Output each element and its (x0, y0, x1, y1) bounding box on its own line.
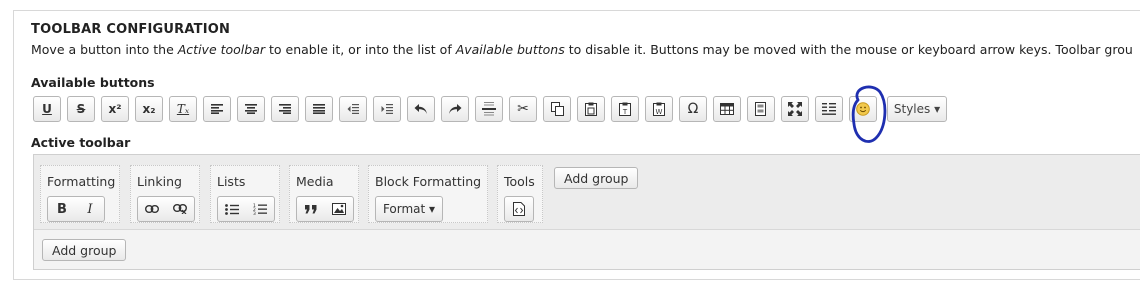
undo-icon (414, 104, 427, 114)
group-name: Lists (217, 174, 246, 189)
remove-format-icon: Tₓ (176, 102, 190, 116)
subscript-icon: x₂ (142, 102, 156, 116)
undo-button[interactable] (407, 96, 435, 122)
smiley-button[interactable] (849, 96, 877, 122)
source-code-button[interactable] (505, 197, 533, 221)
outdent-icon (347, 104, 359, 114)
bulleted-list-icon (225, 203, 239, 215)
image-icon (332, 203, 346, 215)
redo-button[interactable] (441, 96, 469, 122)
paste-text-button[interactable]: T (611, 96, 639, 122)
table-icon (720, 103, 734, 115)
group-linking[interactable]: Linking (130, 165, 200, 223)
indent-icon (381, 104, 393, 114)
unlink-icon (173, 204, 187, 214)
blockquote-icon (305, 205, 317, 214)
table-button[interactable] (713, 96, 741, 122)
svg-text:T: T (622, 108, 628, 116)
group-name: Linking (137, 174, 182, 189)
remove-format-button[interactable]: Tₓ (169, 96, 197, 122)
paste-button[interactable] (577, 96, 605, 122)
source-icon (822, 103, 836, 115)
image-button[interactable] (325, 197, 353, 221)
group-buttons (296, 196, 354, 222)
format-dropdown-button[interactable]: Format ▾ (376, 197, 442, 221)
add-group-button-row1[interactable]: Add group (554, 167, 639, 189)
group-name: Formatting (47, 174, 116, 189)
paste-word-icon: W (653, 102, 665, 116)
group-buttons (504, 196, 534, 222)
numbered-list-button[interactable]: 123 (246, 197, 274, 221)
superscript-button[interactable]: x² (101, 96, 129, 122)
horizontal-rule-button[interactable] (475, 96, 503, 122)
group-buttons (137, 196, 195, 222)
group-formatting[interactable]: Formatting B I (40, 165, 120, 223)
align-left-icon (211, 104, 223, 114)
group-name: Tools (504, 174, 535, 189)
source-code-icon (513, 202, 525, 216)
add-group-button-row2[interactable]: Add group (42, 239, 127, 261)
group-name: Block Formatting (375, 174, 482, 189)
copy-button[interactable] (543, 96, 571, 122)
styles-dropdown-button[interactable]: Styles ▾ (887, 96, 947, 122)
show-blocks-icon (755, 102, 766, 116)
blockquote-button[interactable] (297, 197, 325, 221)
horizontal-rule-icon (482, 102, 496, 116)
copy-icon (550, 102, 564, 116)
paste-text-icon: T (619, 102, 631, 116)
active-toolbar-area: Formatting B I Linking Lists 123 Media B… (33, 154, 1140, 270)
align-center-icon (245, 104, 257, 114)
underline-button[interactable]: U (33, 96, 61, 122)
group-block-formatting[interactable]: Block Formatting Format ▾ (368, 165, 488, 223)
group-tools[interactable]: Tools (497, 165, 543, 223)
section-description: Move a button into the Active toolbar to… (31, 42, 1133, 57)
redo-icon (449, 104, 462, 114)
special-char-icon: Ω (687, 101, 699, 117)
paste-icon (585, 102, 597, 116)
special-char-button[interactable]: Ω (679, 96, 707, 122)
active-toolbar-label: Active toolbar (31, 135, 131, 150)
available-buttons-label: Available buttons (31, 75, 155, 90)
smiley-icon (856, 102, 870, 116)
available-buttons-row: U S x² x₂ Tₓ ✂ T W Ω Styles ▾ (33, 96, 953, 124)
group-buttons: Format ▾ (375, 196, 443, 222)
link-icon (145, 205, 159, 213)
justify-icon (313, 104, 325, 114)
group-lists[interactable]: Lists 123 (210, 165, 280, 223)
subscript-button[interactable]: x₂ (135, 96, 163, 122)
maximize-icon (788, 102, 802, 116)
group-buttons: 123 (217, 196, 275, 222)
italic-button[interactable]: I (76, 197, 104, 221)
numbered-list-icon: 123 (253, 203, 267, 215)
underline-icon: U (42, 102, 52, 116)
unlink-button[interactable] (166, 197, 194, 221)
bold-button[interactable]: B (48, 197, 76, 221)
maximize-button[interactable] (781, 96, 809, 122)
group-buttons: B I (47, 196, 105, 222)
cut-button[interactable]: ✂ (509, 96, 537, 122)
strikethrough-icon: S (76, 102, 86, 116)
link-button[interactable] (138, 197, 166, 221)
bulleted-list-button[interactable] (218, 197, 246, 221)
align-right-icon (279, 104, 291, 114)
show-blocks-button[interactable] (747, 96, 775, 122)
group-media[interactable]: Media (289, 165, 359, 223)
indent-button[interactable] (373, 96, 401, 122)
group-name: Media (296, 174, 334, 189)
align-center-button[interactable] (237, 96, 265, 122)
justify-button[interactable] (305, 96, 333, 122)
align-right-button[interactable] (271, 96, 299, 122)
section-title: TOOLBAR CONFIGURATION (31, 22, 231, 37)
align-left-button[interactable] (203, 96, 231, 122)
svg-text:W: W (656, 108, 663, 116)
paste-word-button[interactable]: W (645, 96, 673, 122)
svg-text:3: 3 (253, 211, 256, 215)
strikethrough-button[interactable]: S (67, 96, 95, 122)
cut-icon: ✂ (517, 101, 529, 117)
superscript-icon: x² (108, 102, 122, 116)
outdent-button[interactable] (339, 96, 367, 122)
source-button[interactable] (815, 96, 843, 122)
